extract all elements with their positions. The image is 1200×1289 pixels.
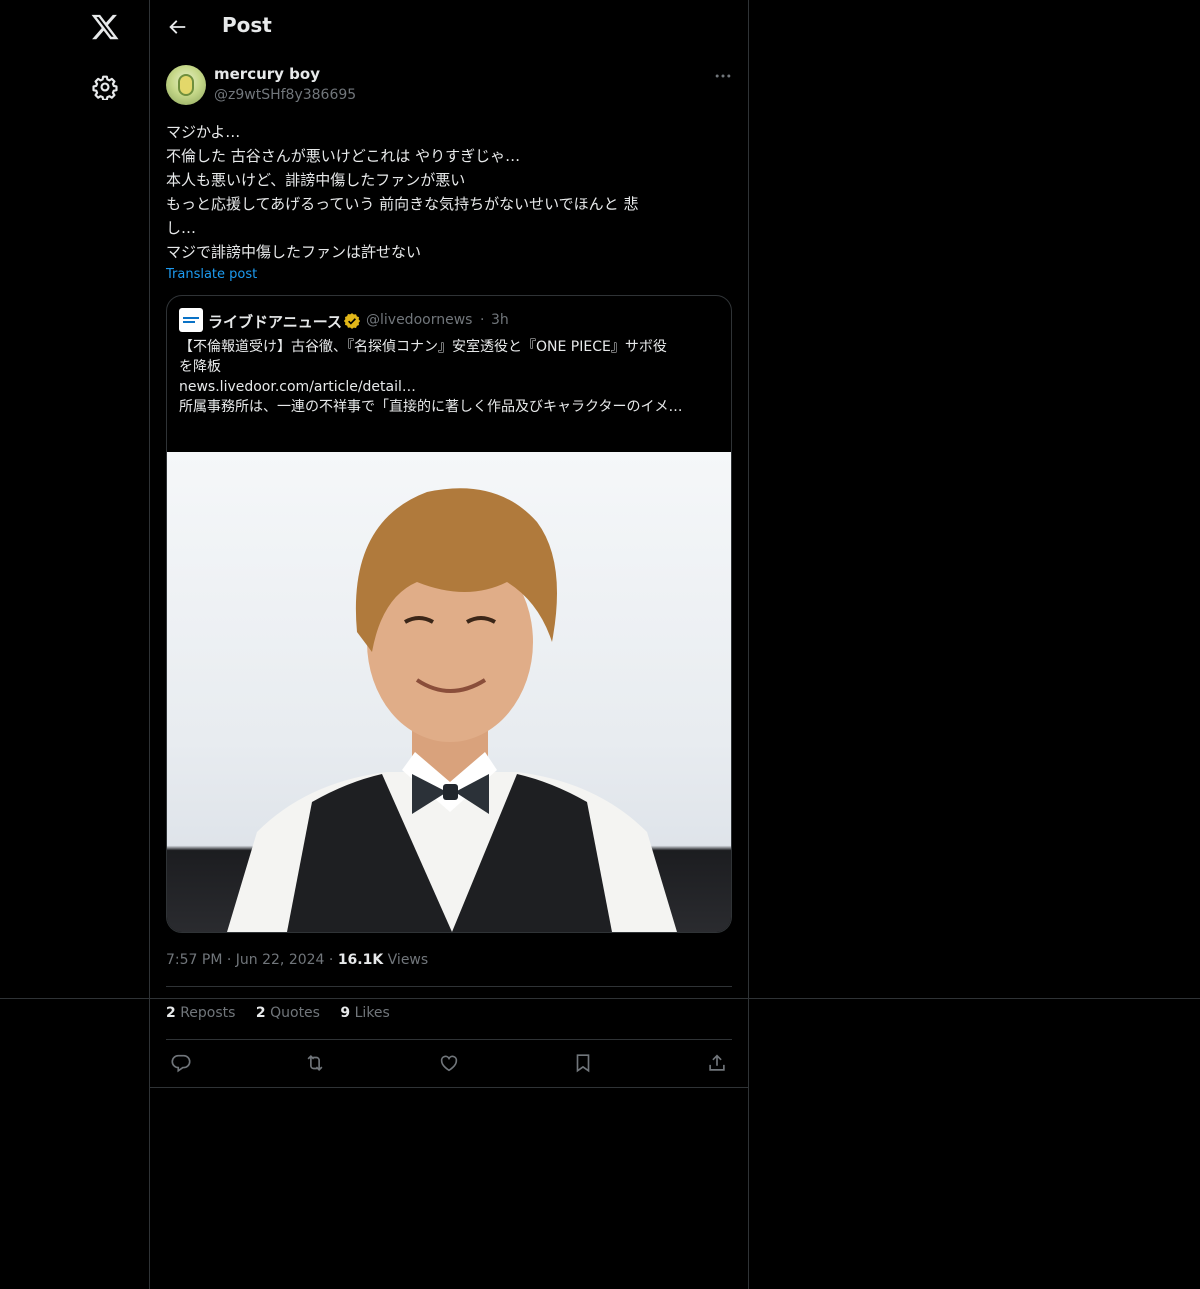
more-icon[interactable] (713, 66, 733, 86)
author-handle[interactable]: @z9wtSHf8y386695 (214, 87, 356, 103)
author-display-name[interactable]: mercury boy (214, 65, 320, 83)
meta-separator: · (226, 952, 236, 968)
reply-icon[interactable] (170, 1052, 192, 1074)
header: Post (150, 0, 748, 53)
post-time[interactable]: 7:57 PM (166, 952, 222, 968)
post-text-line: もっと応援してあげるっていう 前向きな気持ちがないせいでほんと 悲 (166, 195, 639, 213)
post-text-line: し… (166, 219, 197, 237)
avatar[interactable] (166, 65, 206, 105)
views-label: Views (387, 952, 429, 968)
action-bar (170, 1052, 730, 1076)
back-arrow-icon[interactable] (166, 16, 188, 38)
post-text-line: マジかよ… (166, 123, 241, 141)
quote-text: 【不倫報道受け】古谷徹、『名探偵コナン』安室透役と『ONE PIECE』サボ役 … (179, 337, 719, 417)
likes-label: Likes (354, 1005, 390, 1021)
repost-icon[interactable] (304, 1052, 326, 1074)
quote-handle[interactable]: @livedoornews (366, 312, 472, 328)
sidebar (0, 0, 149, 1289)
main-column: Post mercury boy @z9wtSHf8y386695 マジかよ… … (149, 0, 749, 1289)
quote-avatar[interactable] (179, 308, 203, 332)
translate-post-link[interactable]: Translate post (166, 267, 257, 282)
x-logo-icon[interactable] (90, 12, 120, 42)
quote-display-name[interactable]: ライブドアニュース (208, 311, 342, 332)
divider (150, 1087, 748, 1088)
like-icon[interactable] (438, 1052, 460, 1074)
bookmark-icon[interactable] (572, 1052, 594, 1074)
post-text-line: 本人も悪いけど、誹謗中傷したファンが悪い (166, 171, 466, 189)
meta-separator: · (328, 952, 338, 968)
quote-time[interactable]: 3h (491, 312, 509, 328)
likes-count: 9 (340, 1005, 351, 1021)
divider (166, 986, 732, 987)
page-title: Post (222, 13, 272, 37)
quote-text-line: 【不倫報道受け】古谷徹、『名探偵コナン』安室透役と『ONE PIECE』サボ役 (179, 339, 667, 355)
quotes-count: 2 (255, 1005, 266, 1021)
gear-icon[interactable] (92, 74, 118, 100)
reposts-count: 2 (166, 1005, 176, 1021)
quotes-label: Quotes (270, 1005, 320, 1021)
quote-photo[interactable] (167, 452, 731, 932)
post-text: マジかよ… 不倫した 古谷さんが悪いけどこれは やりすぎじゃ… 本人も悪いけど、… (166, 120, 726, 264)
post-meta: 7:57 PM · Jun 22, 2024 · 16.1K Views (166, 952, 428, 968)
reposts-stat[interactable]: 2 Reposts (166, 1005, 235, 1021)
quoted-post[interactable]: ライブドアニュース @livedoornews · 3h 【不倫報道受け】古谷徹… (166, 295, 732, 933)
divider (166, 1039, 732, 1040)
quote-text-line: 所属事務所は、一連の不祥事で「直接的に著しく作品及びキャラクターのイメ… (179, 399, 683, 415)
post-text-line: 不倫した 古谷さんが悪いけどこれは やりすぎじゃ… (166, 147, 521, 165)
share-icon[interactable] (706, 1052, 728, 1074)
engagement-stats: 2 Reposts 2 Quotes 9 Likes (166, 1005, 406, 1021)
quotes-stat[interactable]: 2 Quotes (256, 1005, 320, 1021)
quote-text-line[interactable]: news.livedoor.com/article/detail… (179, 377, 719, 397)
reposts-label: Reposts (180, 1005, 236, 1021)
post-date[interactable]: Jun 22, 2024 (236, 952, 325, 968)
likes-stat[interactable]: 9 Likes (340, 1005, 389, 1021)
verified-badge-icon (343, 312, 361, 330)
quote-text-line: を降板 (179, 359, 221, 375)
views-count: 16.1K (337, 952, 384, 968)
post-text-line: マジで誹謗中傷したファンは許せない (166, 243, 422, 261)
quote-separator: · (480, 312, 485, 328)
